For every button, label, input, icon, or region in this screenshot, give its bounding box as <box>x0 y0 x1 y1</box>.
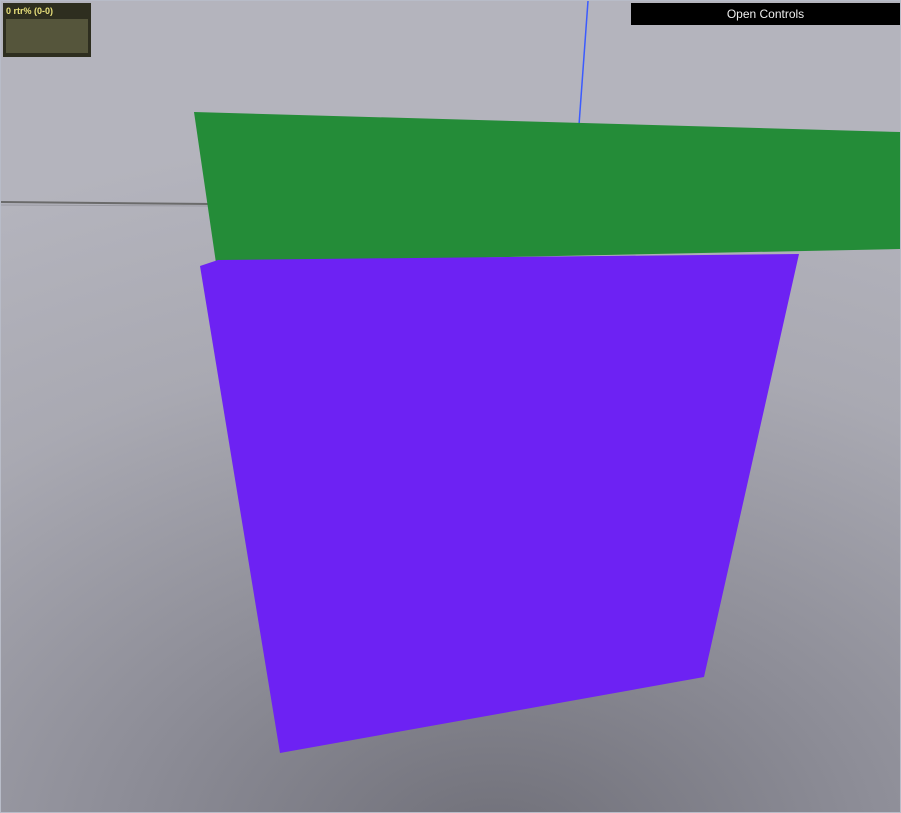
purple-plane <box>200 254 799 753</box>
stats-panel: 0 rtr% (0-0) <box>3 3 91 57</box>
stats-label: 0 rtr% (0-0) <box>6 6 54 16</box>
green-plane <box>194 112 900 263</box>
3d-viewport[interactable]: 0 rtr% (0-0) Open Controls <box>0 0 901 813</box>
scene-canvas[interactable] <box>1 1 900 812</box>
open-controls-button[interactable]: Open Controls <box>631 3 900 25</box>
stats-graph <box>6 19 88 53</box>
grid-line-shadow <box>1 204 212 207</box>
grid-line <box>1 201 212 205</box>
z-axis-line <box>578 1 589 126</box>
